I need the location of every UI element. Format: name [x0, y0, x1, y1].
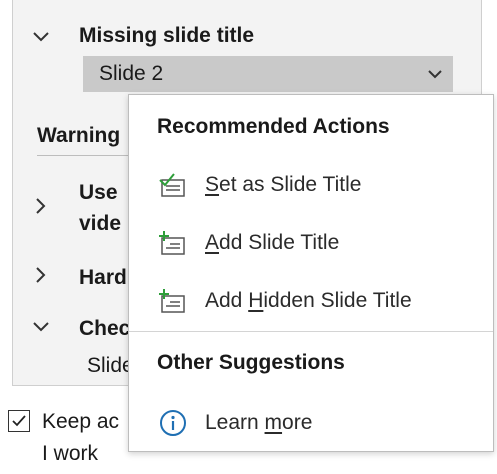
recommended-actions-menu: Recommended Actions Set as Slide Title A… [128, 94, 494, 452]
issue-item-label[interactable]: Chec [79, 317, 130, 341]
issue-item-label-line2: vide [79, 212, 122, 235]
add-hidden-slide-title-item[interactable]: Add Hidden Slide Title [143, 279, 481, 323]
add-slide-title-item[interactable]: Add Slide Title [143, 221, 481, 265]
keep-active-checkbox[interactable] [8, 410, 30, 432]
issue-item-label[interactable]: Use [79, 181, 118, 205]
slide-select-value: Slide 2 [99, 62, 164, 85]
menu-divider [129, 331, 493, 332]
chevron-down-icon[interactable] [31, 27, 51, 47]
set-as-slide-title-label: Set as Slide Title [205, 173, 362, 196]
other-suggestions-heading: Other Suggestions [157, 351, 345, 374]
checkmark-icon [12, 415, 26, 427]
add-title-icon [153, 223, 193, 263]
add-slide-title-label: Add Slide Title [205, 231, 340, 254]
add-hidden-title-icon [153, 281, 193, 321]
chevron-down-icon[interactable] [31, 317, 51, 337]
slide-select[interactable]: Slide 2 [83, 56, 453, 92]
set-as-title-icon [153, 165, 193, 205]
keep-active-label-line2: I work [42, 442, 99, 465]
learn-more-item[interactable]: Learn more [143, 401, 481, 445]
chevron-right-icon[interactable] [31, 196, 51, 216]
warnings-label: Warning [37, 124, 121, 147]
chevron-right-icon[interactable] [31, 265, 51, 285]
info-icon [153, 403, 193, 443]
add-hidden-slide-title-label: Add Hidden Slide Title [205, 289, 412, 312]
issue-title: Missing slide title [79, 24, 255, 47]
chevron-down-icon[interactable] [417, 56, 453, 92]
issue-item-label[interactable]: Hard [79, 266, 127, 290]
issue-subitem-label[interactable]: Slide [87, 354, 134, 378]
recommended-actions-heading: Recommended Actions [157, 115, 390, 138]
keep-active-label[interactable]: Keep ac [42, 410, 119, 434]
learn-more-label: Learn more [205, 411, 313, 434]
set-as-slide-title-item[interactable]: Set as Slide Title [143, 163, 481, 207]
